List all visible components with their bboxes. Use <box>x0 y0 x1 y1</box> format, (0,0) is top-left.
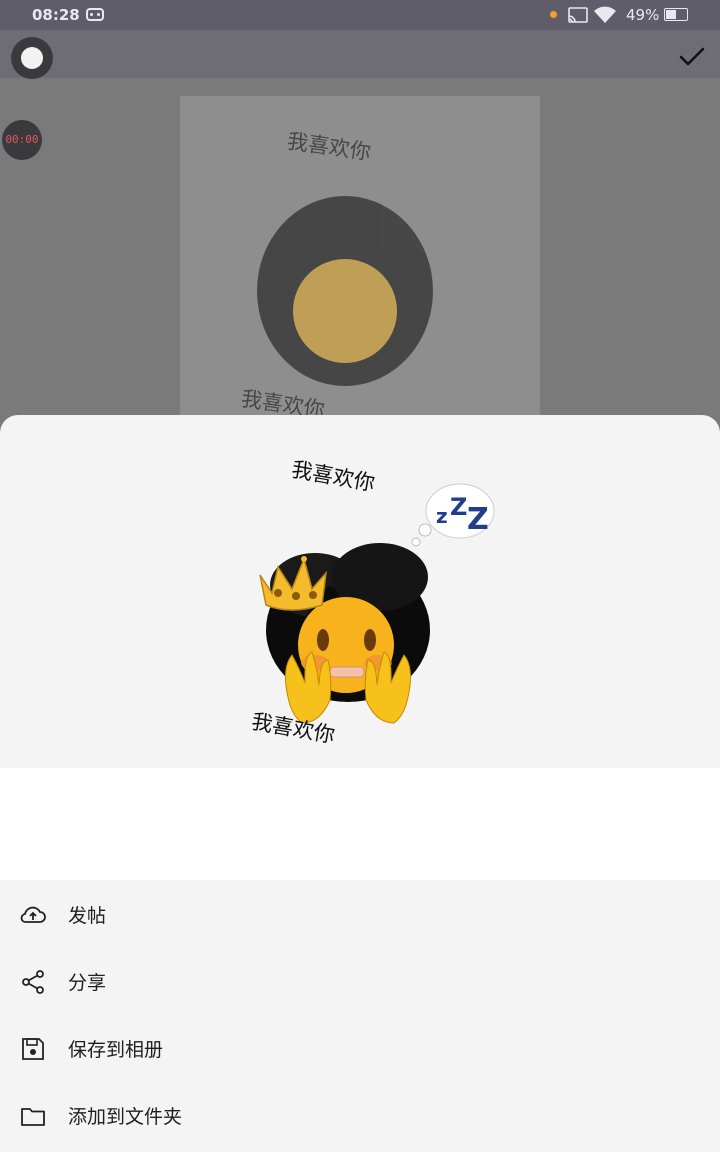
scrim <box>0 0 720 415</box>
svg-text:Z: Z <box>450 493 467 521</box>
folder-icon <box>21 1108 45 1126</box>
menu-item-label: 保存到相册 <box>68 1039 164 1061</box>
menu-item-label: 添加到文件夹 <box>68 1106 183 1128</box>
menu-item-add-to-folder[interactable]: 添加到文件夹 <box>0 1081 720 1148</box>
menu-item-post[interactable]: 发帖 <box>0 880 720 947</box>
girl-emoji-icon <box>259 543 430 724</box>
sticker-bottom-text: 我喜欢你 <box>250 709 337 747</box>
cloud-upload-icon <box>20 906 46 923</box>
action-menu: 发帖 分享 保存到相册 添加到文件夹 <box>0 880 720 1148</box>
menu-item-label: 发帖 <box>68 905 107 927</box>
share-icon <box>22 970 44 994</box>
sticker-preview: 我喜欢你 z Z Z 我喜欢你 <box>250 457 495 748</box>
menu-item-share[interactable]: 分享 <box>0 947 720 1014</box>
bottom-sheet: 我喜欢你 z Z Z 我喜欢你 发帖 分享 保存到相册 添加到文件夹 <box>0 415 720 1152</box>
sticker-top-text: 我喜欢你 <box>290 457 377 495</box>
svg-text:Z: Z <box>467 502 489 537</box>
preview-spacer <box>0 768 720 880</box>
menu-item-label: 分享 <box>68 972 107 994</box>
sleep-zzz-icon: z Z Z <box>411 483 495 547</box>
svg-text:z: z <box>436 504 448 528</box>
menu-item-save-to-album[interactable]: 保存到相册 <box>0 1014 720 1081</box>
save-icon <box>22 1038 44 1060</box>
